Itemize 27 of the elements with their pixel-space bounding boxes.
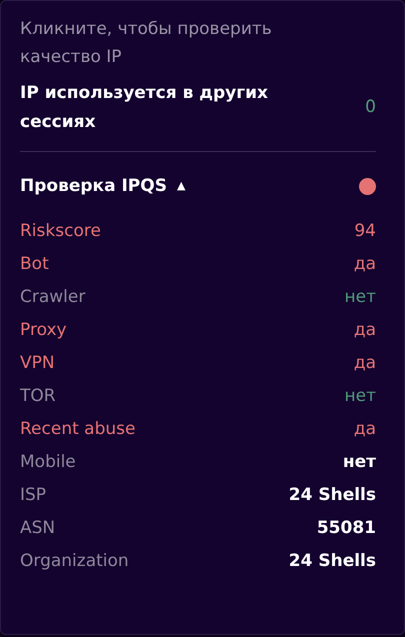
field-label: Riskscore (20, 220, 101, 244)
field-value: 94 (354, 220, 376, 244)
field-value: да (354, 319, 376, 342)
check-quality-link[interactable]: Кликните, чтобы проверить качество IP (20, 15, 320, 72)
field-value: нет (342, 451, 376, 474)
field-label: Proxy (20, 319, 67, 342)
field-value: 24 Shells (288, 550, 376, 574)
field-value: да (354, 253, 376, 276)
field-value: 24 Shells (288, 484, 376, 508)
field-label: Recent abuse (20, 418, 136, 442)
field-value: нет (344, 385, 376, 408)
field-label: VPN (20, 352, 55, 376)
field-label: ASN (20, 517, 56, 540)
field-value: нет (344, 286, 376, 310)
field-value: да (354, 352, 376, 376)
sessions-label: IP используется в других сессиях (20, 82, 269, 134)
field-label: Crawler (20, 286, 86, 310)
section-title: Проверка IPQS (20, 174, 167, 198)
field-value: да (354, 418, 376, 442)
collapse-toggle[interactable]: ▲ (176, 178, 186, 195)
field-label: Organization (20, 550, 129, 574)
field-label: TOR (20, 385, 56, 408)
field-label: Bot (20, 253, 49, 276)
sessions-count: 0 (365, 96, 376, 120)
field-value: 55081 (316, 517, 376, 540)
field-label: Mobile (20, 451, 76, 474)
field-label: ISP (20, 484, 46, 508)
